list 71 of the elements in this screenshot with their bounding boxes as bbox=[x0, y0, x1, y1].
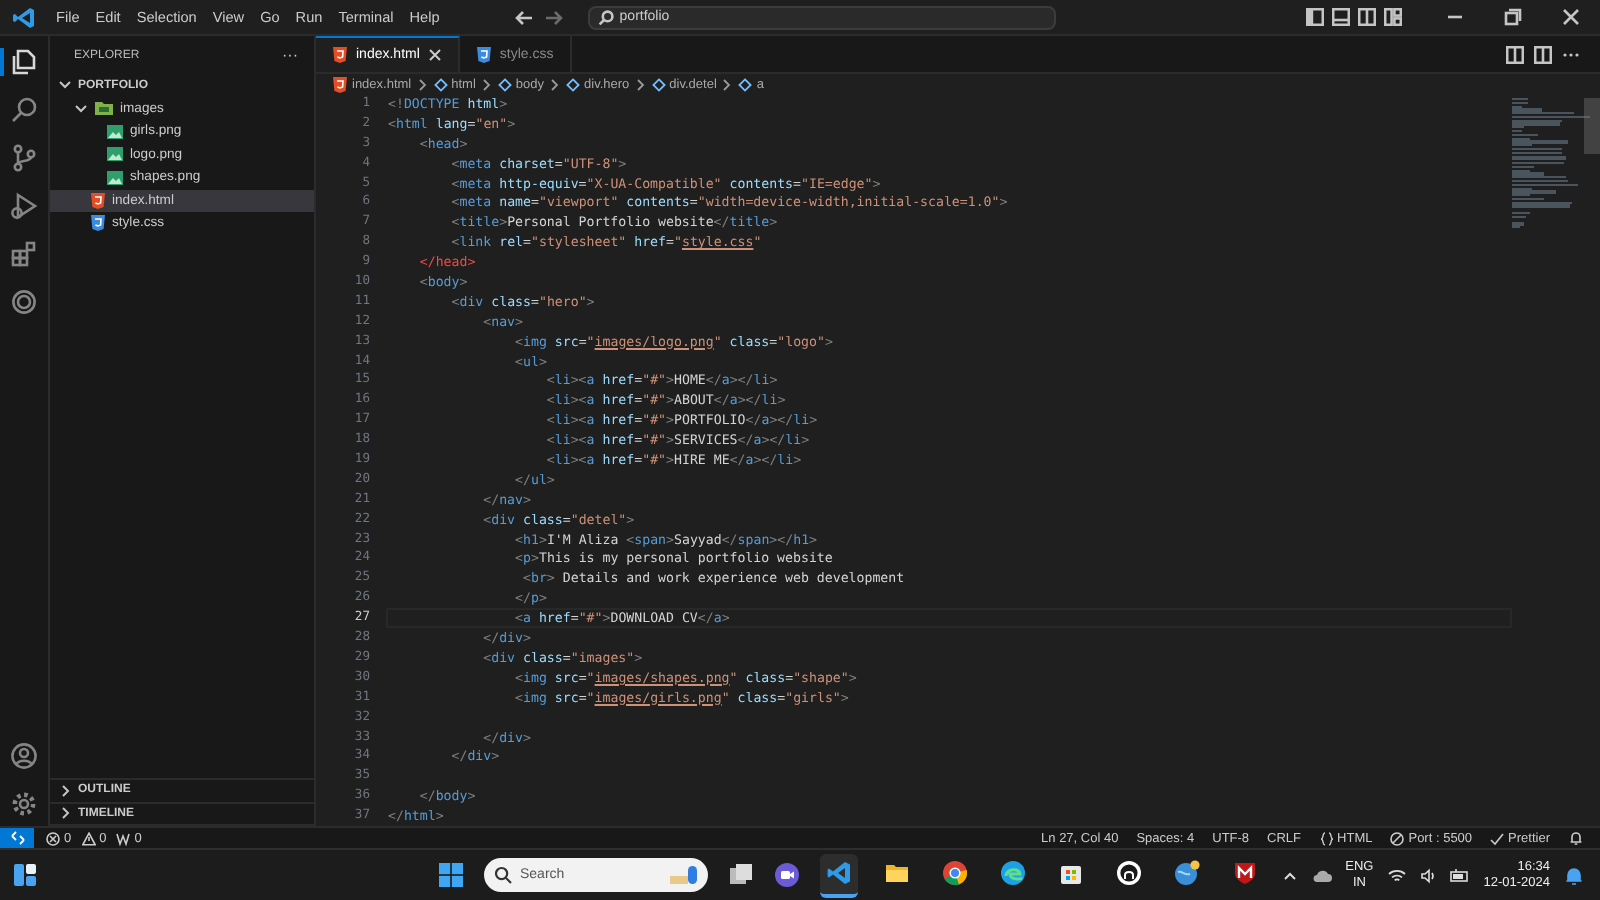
browser-icon bbox=[942, 860, 968, 886]
illustration-icon bbox=[668, 864, 700, 886]
run-debug-icon[interactable] bbox=[10, 192, 38, 220]
wave-browser-icon bbox=[1000, 860, 1026, 886]
cloud-icon[interactable] bbox=[1311, 867, 1332, 883]
source-control-icon[interactable] bbox=[10, 144, 38, 172]
open-preview-icon[interactable] bbox=[1506, 45, 1524, 63]
element-icon bbox=[433, 77, 448, 91]
search-icon bbox=[494, 866, 512, 884]
check-icon bbox=[1490, 831, 1505, 845]
element-icon bbox=[566, 77, 581, 91]
search-icon bbox=[597, 9, 614, 25]
code-editor-icon bbox=[826, 860, 852, 886]
chevron-right-icon bbox=[722, 77, 733, 91]
more-button[interactable]: ··· bbox=[282, 46, 298, 64]
element-icon bbox=[651, 77, 666, 91]
cat-circle-icon bbox=[1116, 860, 1142, 886]
restore-icon[interactable] bbox=[1504, 8, 1522, 26]
start-icon[interactable] bbox=[438, 862, 464, 888]
folder-icon bbox=[94, 100, 114, 117]
account-icon[interactable] bbox=[10, 742, 38, 770]
warning-icon bbox=[81, 831, 96, 845]
element-icon bbox=[738, 77, 753, 91]
split-layout-icon[interactable] bbox=[1358, 8, 1376, 26]
wifi-icon[interactable] bbox=[1387, 867, 1406, 883]
element-icon bbox=[497, 77, 512, 91]
scrollbar-thumb[interactable] bbox=[1584, 98, 1600, 154]
battery-icon[interactable] bbox=[1449, 867, 1470, 883]
sidebar-layout-icon[interactable] bbox=[1306, 8, 1324, 26]
html-file-icon bbox=[90, 191, 106, 210]
speaker-icon[interactable] bbox=[1419, 867, 1436, 883]
search-icon[interactable] bbox=[10, 96, 38, 124]
grid-layout-icon[interactable] bbox=[1384, 8, 1402, 26]
files-icon[interactable] bbox=[10, 48, 38, 76]
globe-badge-icon bbox=[1174, 860, 1200, 886]
error-icon bbox=[46, 831, 60, 845]
taskbar-app[interactable] bbox=[820, 853, 858, 897]
panel-layout-icon[interactable] bbox=[1332, 8, 1350, 26]
back-arrow-icon[interactable] bbox=[513, 7, 534, 27]
ring-icon[interactable] bbox=[10, 288, 38, 316]
widgets-icon[interactable] bbox=[12, 862, 38, 888]
image-file-icon bbox=[106, 146, 124, 163]
chevron-right-icon bbox=[635, 77, 646, 91]
remote-icon bbox=[9, 830, 25, 846]
code-editor-logo-icon bbox=[12, 5, 36, 29]
remote-button[interactable] bbox=[0, 828, 34, 848]
extensions-icon[interactable] bbox=[10, 240, 38, 268]
folder-icon bbox=[884, 860, 910, 886]
chevron-right-icon bbox=[481, 77, 492, 91]
image-file-icon bbox=[106, 169, 124, 186]
image-file-icon bbox=[106, 123, 124, 140]
shield-icon bbox=[1232, 860, 1258, 886]
braces-icon bbox=[1319, 831, 1334, 845]
task-view-icon[interactable] bbox=[728, 862, 754, 888]
store-bag-icon bbox=[1058, 860, 1084, 886]
blocked-circle-icon bbox=[1390, 831, 1405, 845]
css-file-icon bbox=[90, 214, 106, 233]
html-file-icon bbox=[332, 75, 348, 93]
forward-arrow-icon[interactable] bbox=[543, 7, 564, 27]
split-editor-icon[interactable] bbox=[1534, 45, 1552, 63]
settings-icon[interactable] bbox=[10, 790, 38, 818]
chevron-up-icon[interactable] bbox=[1281, 867, 1298, 883]
bell-icon[interactable] bbox=[1568, 830, 1584, 846]
close-icon[interactable] bbox=[1562, 8, 1580, 26]
html-file-icon bbox=[332, 46, 348, 64]
close-icon[interactable] bbox=[427, 48, 442, 62]
chevron-right-icon bbox=[550, 77, 561, 91]
video-chat-icon[interactable] bbox=[774, 862, 800, 888]
notification-bell-icon[interactable] bbox=[1564, 865, 1584, 885]
css-file-icon bbox=[475, 45, 492, 63]
chevron-right-icon bbox=[417, 77, 428, 91]
